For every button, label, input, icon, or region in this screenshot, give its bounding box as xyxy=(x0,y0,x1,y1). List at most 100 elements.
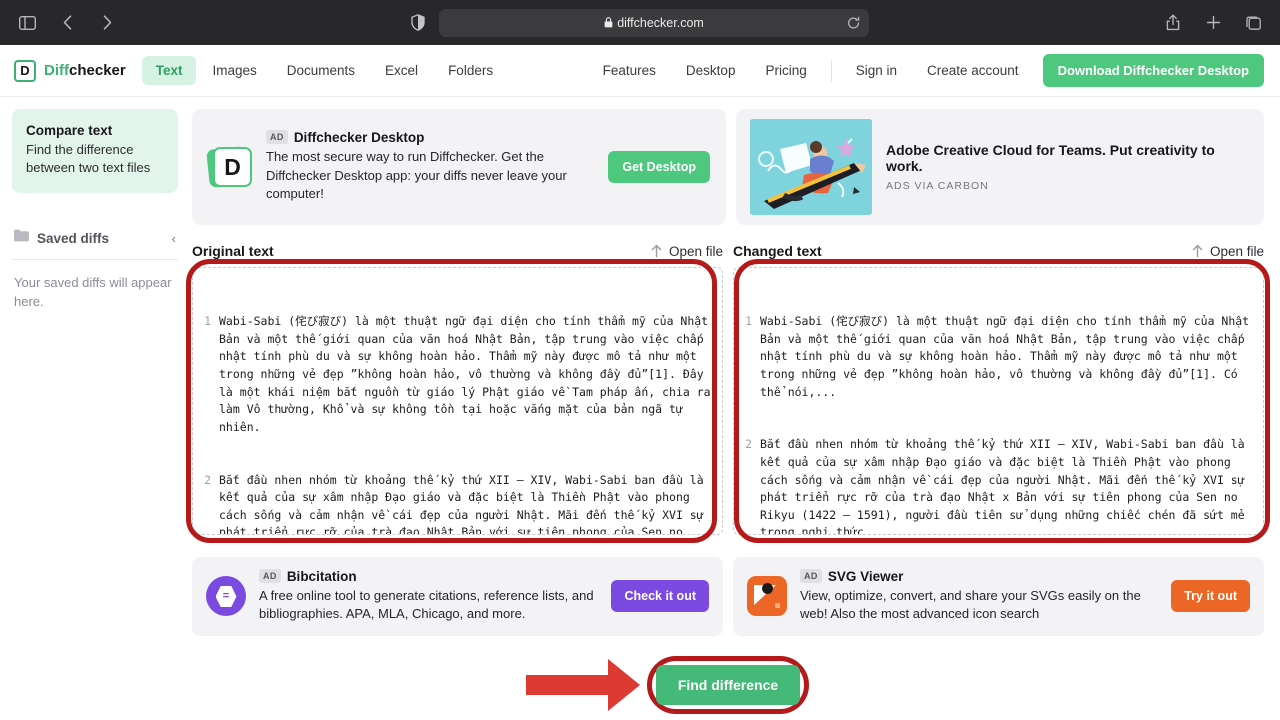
sign-in-link[interactable]: Sign in xyxy=(842,56,911,85)
open-file-changed-button[interactable]: Open file xyxy=(1191,244,1264,259)
line-number: 2 xyxy=(204,472,211,487)
ad-diffchecker-desktop[interactable]: D AD Diffchecker Desktop The most secure … xyxy=(192,109,726,225)
ad-bibcitation-title: Bibcitation xyxy=(286,569,357,584)
svg-viewer-icon xyxy=(747,576,787,617)
get-desktop-button[interactable]: Get Desktop xyxy=(608,151,710,183)
line-number: 1 xyxy=(204,314,211,329)
ad-bibcitation-title-row: AD Bibcitation xyxy=(259,569,598,584)
lock-icon xyxy=(604,17,613,28)
carbon-ad-image xyxy=(750,119,872,215)
ad-svg-viewer[interactable]: AD SVG Viewer View, optimize, convert, an… xyxy=(733,557,1264,636)
compare-text-card: Compare text Find the difference between… xyxy=(12,109,178,194)
ad-badge: AD xyxy=(800,569,822,583)
ad-svg-viewer-title: SVG Viewer xyxy=(827,569,904,584)
changed-text-editor[interactable]: 1 Wabi-Sabi (侘び寂び) là một thuật ngữ đại … xyxy=(733,267,1264,535)
browser-actions xyxy=(1160,10,1266,36)
changed-text-title: Changed text xyxy=(733,243,822,259)
tab-overview-icon[interactable] xyxy=(1240,10,1266,36)
find-difference-button[interactable]: Find difference xyxy=(655,664,801,705)
chevron-left-icon[interactable]: ‹ xyxy=(172,231,176,246)
line-text: Bắt đầu nhen nhóm từ khoảng thế kỷ thứ X… xyxy=(219,472,704,535)
site-header: D Diffchecker Text Images Documents Exce… xyxy=(0,45,1280,97)
ad-bibcitation-desc: A free online tool to generate citations… xyxy=(259,588,594,622)
brand-name-accent: Diff xyxy=(44,62,69,79)
address-bar-area: diffchecker.com xyxy=(411,8,869,37)
nav-item-features[interactable]: Features xyxy=(589,56,670,85)
code-line: 1 Wabi-Sabi (侘び寂び) là một thuật ngữ đại … xyxy=(742,313,1253,401)
code-line: 2 Bắt đầu nhen nhóm từ khoảng thế kỷ thứ… xyxy=(201,472,712,535)
ad-diffchecker-title: Diffchecker Desktop xyxy=(293,130,425,146)
create-account-link[interactable]: Create account xyxy=(913,56,1033,85)
saved-diffs-label: Saved diffs xyxy=(37,230,110,246)
ad-bibcitation-body: AD Bibcitation A free online tool to gene… xyxy=(259,569,598,624)
nav-divider xyxy=(830,59,832,82)
changed-editor-wrap: 1 Wabi-Sabi (侘び寂び) là một thuật ngữ đại … xyxy=(733,259,1270,543)
ad-diffchecker-body: AD Diffchecker Desktop The most secure wa… xyxy=(266,130,594,203)
find-difference-row: Find difference xyxy=(192,654,1264,716)
original-text-title: Original text xyxy=(192,243,274,259)
reload-icon[interactable] xyxy=(847,16,860,29)
carbon-ad-title: Adobe Creative Cloud for Teams. Put crea… xyxy=(886,142,1215,174)
line-text: Wabi-Sabi (侘び寂び) là một thuật ngữ đại di… xyxy=(760,314,1257,399)
ad-diffchecker-title-row: AD Diffchecker Desktop xyxy=(266,130,594,145)
saved-diffs-header[interactable]: Saved diffs ‹ xyxy=(12,215,178,261)
original-text-editor[interactable]: 1 Wabi-Sabi (侘び寂び) là một thuật ngữ đại … xyxy=(192,267,723,535)
secondary-nav: Features Desktop Pricing Sign in Create … xyxy=(589,54,1264,87)
compare-subtitle: Find the difference between two text fil… xyxy=(26,142,151,176)
carbon-ad-via: ADS VIA CARBON xyxy=(886,180,989,192)
ad-carbon-adobe[interactable]: Adobe Creative Cloud for Teams. Put crea… xyxy=(736,109,1264,225)
ad-diffchecker-desc: The most secure way to run Diffchecker. … xyxy=(266,149,567,202)
original-editor-wrap: 1 Wabi-Sabi (侘び寂び) là một thuật ngữ đại … xyxy=(186,259,723,543)
check-it-out-button[interactable]: Check it out xyxy=(611,580,709,613)
main-content: D AD Diffchecker Desktop The most secure … xyxy=(186,97,1280,719)
nav-item-pricing[interactable]: Pricing xyxy=(751,56,820,85)
forward-icon[interactable] xyxy=(94,10,120,36)
code-line: 2 Bắt đầu nhen nhóm từ khoảng thế kỷ thứ… xyxy=(742,436,1253,535)
nav-item-images[interactable]: Images xyxy=(198,56,270,85)
ad-svg-viewer-body: AD SVG Viewer View, optimize, convert, an… xyxy=(800,569,1158,624)
ad-svg-viewer-desc: View, optimize, convert, and share your … xyxy=(800,588,1141,622)
ad-bibcitation[interactable]: = AD Bibcitation A free online tool to ge… xyxy=(192,557,723,636)
brand-name: Diffchecker xyxy=(44,62,126,79)
ad-svg-viewer-title-row: AD SVG Viewer xyxy=(800,569,1158,584)
diffchecker-app-icon: D xyxy=(206,145,252,189)
nav-item-text[interactable]: Text xyxy=(141,56,197,85)
sidebar-toggle-icon[interactable] xyxy=(14,10,40,36)
changed-panel-header: Changed text Open file xyxy=(733,243,1264,259)
shield-icon[interactable] xyxy=(411,14,425,31)
bibcitation-icon: = xyxy=(206,576,246,617)
nav-item-excel[interactable]: Excel xyxy=(371,56,432,85)
line-number: 1 xyxy=(745,314,752,329)
brand-logo-link[interactable]: D Diffchecker xyxy=(14,59,126,82)
back-icon[interactable] xyxy=(54,10,80,36)
nav-item-documents[interactable]: Documents xyxy=(273,56,369,85)
line-number: 2 xyxy=(745,437,752,452)
brand-logo-letter: D xyxy=(20,63,30,78)
url-input[interactable]: diffchecker.com xyxy=(439,8,869,37)
upload-icon xyxy=(1191,244,1204,258)
annotation-arrow xyxy=(526,658,640,711)
open-file-original-button[interactable]: Open file xyxy=(650,244,723,259)
compare-title: Compare text xyxy=(26,123,113,138)
share-icon[interactable] xyxy=(1160,10,1186,36)
saved-diffs-empty-text: Your saved diffs will appear here. xyxy=(14,275,172,310)
changed-code: 1 Wabi-Sabi (侘び寂び) là một thuật ngữ đại … xyxy=(742,278,1253,534)
url-text-wrap: diffchecker.com xyxy=(604,16,704,30)
page-body: Compare text Find the difference between… xyxy=(0,97,1280,719)
diffchecker-app-icon-letter: D xyxy=(213,147,252,187)
nav-item-desktop[interactable]: Desktop xyxy=(672,56,750,85)
try-it-out-button[interactable]: Try it out xyxy=(1171,580,1250,613)
sidebar: Compare text Find the difference between… xyxy=(0,97,190,719)
panel-headers: Original text Open file Changed text Ope… xyxy=(192,243,1264,259)
ad-badge: AD xyxy=(259,569,281,583)
editors-row: 1 Wabi-Sabi (侘び寂び) là một thuật ngữ đại … xyxy=(186,259,1270,543)
top-ads-row: D AD Diffchecker Desktop The most secure … xyxy=(192,109,1264,225)
ad-badge: AD xyxy=(266,130,288,145)
carbon-ad-body: Adobe Creative Cloud for Teams. Put crea… xyxy=(886,142,1250,192)
download-desktop-button[interactable]: Download Diffchecker Desktop xyxy=(1042,54,1264,87)
url-hostname: diffchecker.com xyxy=(617,15,704,30)
nav-item-folders[interactable]: Folders xyxy=(434,56,507,85)
upload-icon xyxy=(650,244,663,258)
new-tab-icon[interactable] xyxy=(1200,10,1226,36)
line-text: Bắt đầu nhen nhóm từ khoảng thế kỷ thứ X… xyxy=(760,437,1252,535)
